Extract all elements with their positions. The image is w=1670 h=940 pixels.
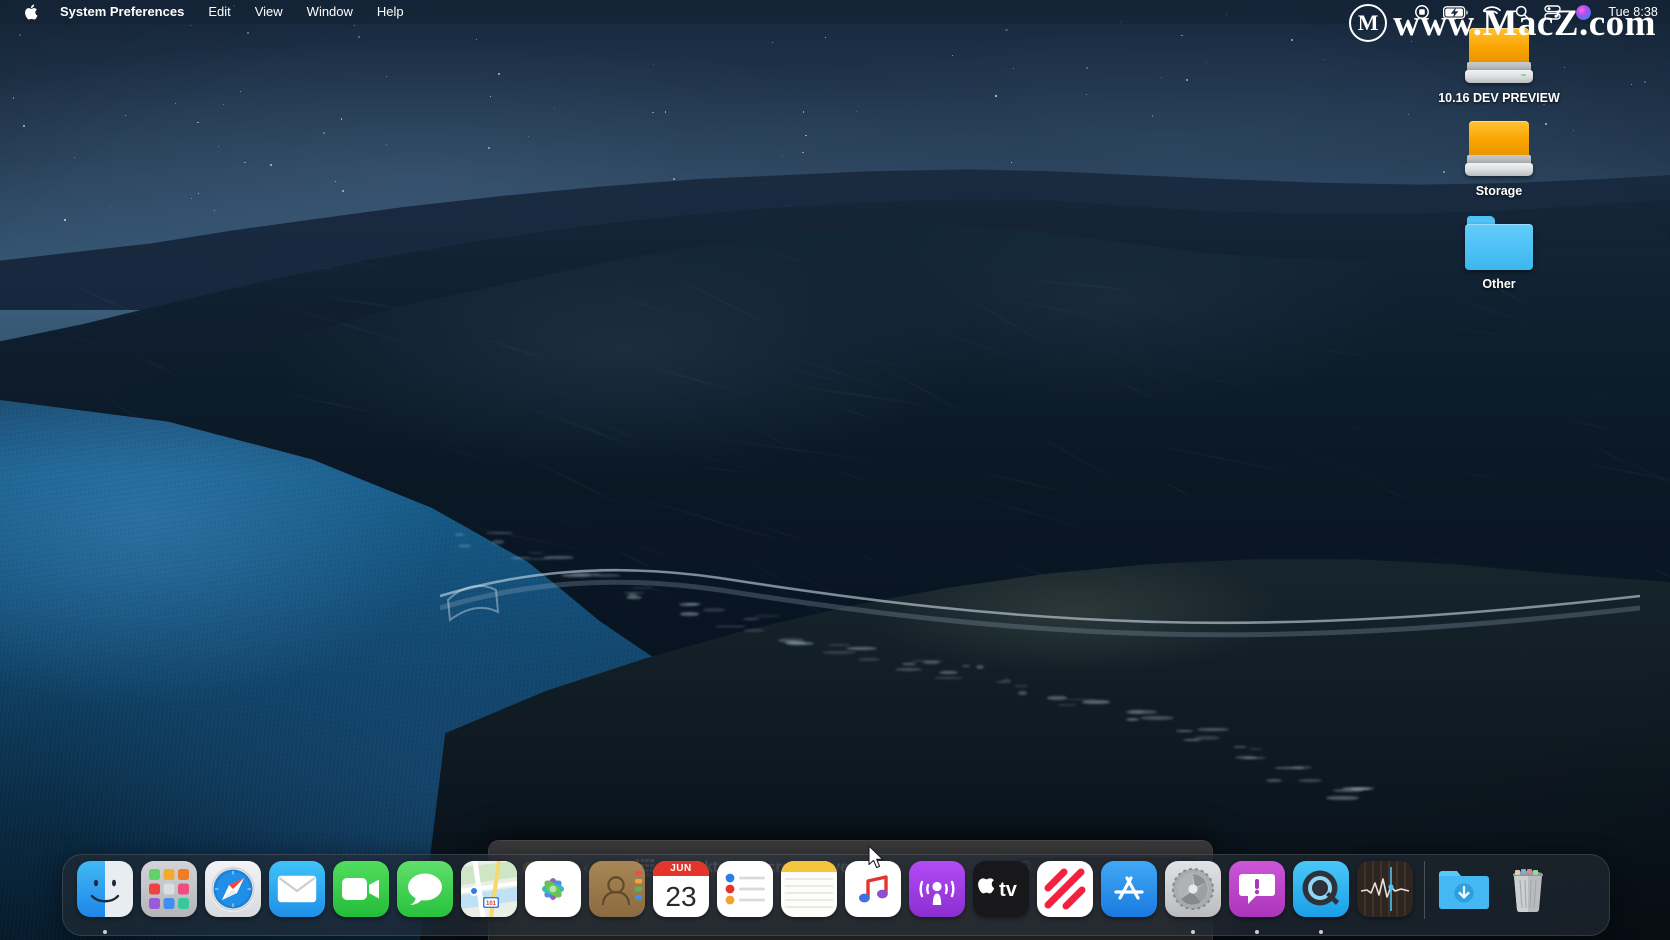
desktop-icon-label: Storage [1475,184,1523,198]
dock-item-trash[interactable] [1496,861,1560,937]
desktop-wallpaper [0,0,1670,940]
dock-item-apple-tv[interactable]: tv [969,861,1033,937]
dock-item-voice-memos[interactable] [1353,861,1417,937]
wallpaper-vignette [0,0,1670,940]
dock-item-downloads-folder[interactable] [1432,861,1496,937]
launchpad-icon [141,861,197,917]
dock-item-app-store[interactable] [1097,861,1161,937]
maps-icon: 101 [461,861,517,917]
dock-item-music[interactable] [841,861,905,937]
notes-icon [781,861,837,917]
music-icon [845,861,901,917]
menu-item-system-preferences[interactable]: System Preferences [48,0,196,24]
system-preferences-icon [1165,861,1221,917]
mail-icon [269,861,325,917]
menu-bar: System Preferences Edit View Window Help [0,0,1670,24]
dock-item-contacts[interactable] [585,861,649,937]
apple-logo-icon[interactable] [14,4,48,20]
desktop-icon-storage[interactable]: Storage [1424,119,1574,198]
voice-memos-icon [1357,861,1413,917]
dock-item-reminders[interactable] [713,861,777,937]
dock-item-facetime[interactable] [329,861,393,937]
reminders-icon [717,861,773,917]
apple-tv-icon: tv [973,861,1029,917]
menu-bar-app-menus: System Preferences Edit View Window Help [0,0,416,24]
dock-item-safari[interactable] [201,861,265,937]
dock-item-quicktime-player[interactable] [1289,861,1353,937]
desktop-icon-list: 10.16 DEV PREVIEW Storage Other [1424,26,1574,305]
svg-text:101: 101 [486,901,497,907]
trash-icon [1500,861,1556,917]
calendar-day: 23 [665,880,697,912]
messages-icon [397,861,453,917]
apple-tv-label: tv [999,879,1018,900]
podcasts-icon [909,861,965,917]
dock-item-mail[interactable] [265,861,329,937]
menu-item-window[interactable]: Window [295,0,365,24]
contacts-icon [589,861,645,917]
dock-item-photos[interactable] [521,861,585,937]
facetime-icon [333,861,389,917]
dock-item-news[interactable] [1033,861,1097,937]
dock-item-messages[interactable] [393,861,457,937]
dock-item-notes[interactable] [777,861,841,937]
desktop-icon-label: Other [1482,277,1516,291]
menu-bar-status-items: Tue 8:38 [1415,4,1670,21]
downloads-folder-icon [1436,861,1492,917]
calendar-icon: JUN 23 [653,861,709,917]
menu-bar-clock[interactable]: Tue 8:38 [1606,5,1658,19]
quicktime-player-icon [1293,861,1349,917]
dock-item-finder[interactable] [73,861,137,937]
spotlight-search-icon[interactable] [1515,5,1530,20]
external-drive-icon [1424,119,1574,181]
calendar-month: JUN [653,861,709,876]
running-indicator [103,930,107,934]
external-drive-icon [1424,26,1574,88]
screen-recording-icon[interactable] [1415,5,1430,19]
running-indicator [1319,930,1323,934]
dock-item-launchpad[interactable] [137,861,201,937]
control-center-icon[interactable] [1544,4,1562,20]
menu-item-help[interactable]: Help [365,0,416,24]
alert-app-icon [1229,861,1285,917]
battery-charging-icon[interactable] [1443,5,1469,19]
running-indicator [1255,930,1259,934]
desktop-icon-other[interactable]: Other [1424,212,1574,291]
news-icon [1037,861,1093,917]
wifi-icon[interactable] [1483,5,1502,19]
dock-separator [1424,861,1425,919]
dock-item-maps[interactable]: 101 [457,861,521,937]
folder-icon [1424,212,1574,274]
running-indicator [1191,930,1195,934]
menu-item-edit[interactable]: Edit [196,0,242,24]
app-store-icon [1101,861,1157,917]
finder-icon [77,861,133,917]
dock-item-system-preferences[interactable] [1161,861,1225,937]
siri-icon[interactable] [1575,4,1592,21]
desktop-icon-label: 10.16 DEV PREVIEW [1438,91,1560,105]
dock-item-podcasts[interactable] [905,861,969,937]
dock: 101 JUN 23 tv [62,854,1610,936]
photos-icon [525,861,581,917]
desktop-icon-dev-preview[interactable]: 10.16 DEV PREVIEW [1424,26,1574,105]
menu-item-view[interactable]: View [243,0,295,24]
safari-icon [205,861,261,917]
dock-item-alert-app[interactable] [1225,861,1289,937]
dock-item-calendar[interactable]: JUN 23 [649,861,713,937]
